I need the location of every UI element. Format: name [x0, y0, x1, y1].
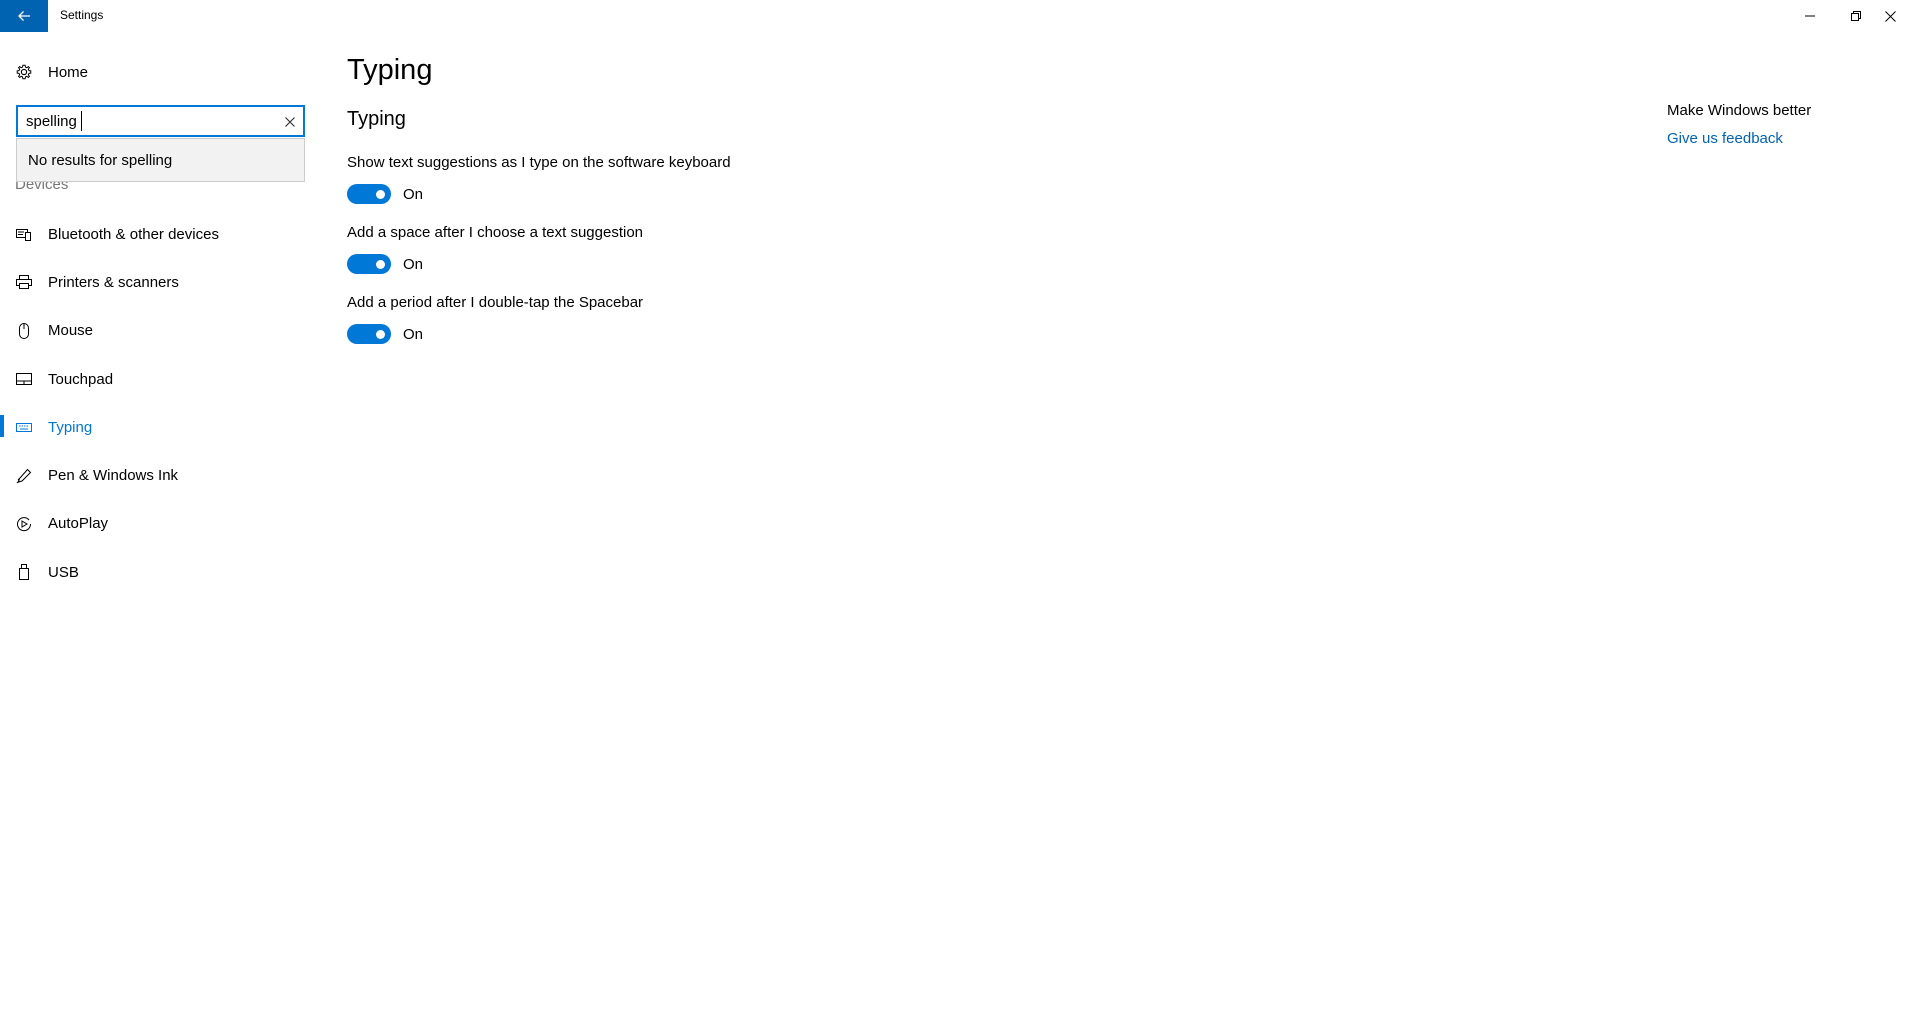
title-bar: Settings [0, 0, 1913, 32]
close-icon [1884, 10, 1896, 22]
sidebar-item-label: Printers & scanners [48, 273, 179, 291]
sidebar-item-label: Typing [48, 418, 93, 436]
nav-home-label: Home [48, 63, 89, 81]
sidebar-item-label: USB [48, 563, 79, 581]
setting-add-space: Add a space after I choose a text sugges… [347, 224, 1047, 274]
sidebar-item-autoplay[interactable]: AutoPlay [0, 500, 310, 548]
mouse-icon [0, 322, 48, 339]
search-no-results: No results for spelling [28, 151, 173, 169]
sidebar-item-usb[interactable]: USB [0, 548, 310, 596]
nav-home[interactable]: Home [0, 56, 310, 88]
toggle-knob [376, 330, 385, 339]
toggle-switch[interactable] [347, 254, 391, 274]
sidebar-item-label: Mouse [48, 322, 94, 340]
setting-label: Show text suggestions as I type on the s… [347, 154, 731, 171]
clear-search-button[interactable] [281, 113, 299, 131]
pen-icon [0, 468, 48, 484]
sidebar-item-label: Pen & Windows Ink [48, 467, 179, 485]
toggle-knob [376, 190, 385, 199]
sidebar-item-typing[interactable]: Typing [0, 403, 310, 451]
feedback-heading: Make Windows better [1667, 102, 1812, 119]
touchpad-icon [0, 371, 48, 387]
toggle-switch[interactable] [347, 324, 391, 344]
page-title: Typing [347, 54, 433, 86]
clear-icon [285, 117, 295, 127]
minimize-icon [1805, 15, 1815, 17]
search-box[interactable] [16, 105, 305, 137]
sidebar-item-label: AutoPlay [48, 515, 109, 533]
sidebar-item-bluetooth[interactable]: Bluetooth & other devices [0, 210, 310, 258]
usb-icon [0, 564, 48, 581]
setting-text-suggestions: Show text suggestions as I type on the s… [347, 154, 1047, 204]
back-arrow-icon [18, 11, 30, 21]
sidebar-nav: Bluetooth & other devices Printers & sca… [0, 210, 310, 596]
sidebar-item-touchpad[interactable]: Touchpad [0, 355, 310, 403]
back-button[interactable] [0, 0, 48, 32]
gear-icon [0, 64, 48, 80]
toggle-knob [376, 260, 385, 269]
toggle-state: On [403, 255, 424, 273]
printer-icon [0, 274, 48, 290]
close-button[interactable] [1867, 0, 1913, 32]
window-title: Settings [60, 8, 104, 22]
minimize-button[interactable] [1787, 0, 1833, 32]
setting-add-period: Add a period after I double-tap the Spac… [347, 294, 1047, 344]
sidebar-item-printers[interactable]: Printers & scanners [0, 258, 310, 306]
give-feedback-link[interactable]: Give us feedback [1667, 130, 1783, 147]
search-suggestion-list: No results for spelling [16, 138, 305, 182]
sidebar-item-label: Bluetooth & other devices [48, 225, 219, 243]
setting-label: Add a period after I double-tap the Spac… [347, 294, 644, 311]
sidebar-item-mouse[interactable]: Mouse [0, 307, 310, 355]
text-caret [81, 111, 82, 131]
keyboard-icon [0, 419, 48, 435]
sidebar-item-pen[interactable]: Pen & Windows Ink [0, 451, 310, 499]
autoplay-icon [0, 516, 48, 532]
setting-label: Add a space after I choose a text sugges… [347, 224, 644, 241]
search-input[interactable] [26, 110, 266, 132]
section-title: Typing [347, 108, 406, 130]
restore-icon [1851, 11, 1861, 21]
sidebar-item-label: Touchpad [48, 370, 114, 388]
toggle-switch[interactable] [347, 184, 391, 204]
toggle-state: On [403, 185, 424, 203]
toggle-state: On [403, 325, 424, 343]
bluetooth-devices-icon [0, 226, 48, 242]
